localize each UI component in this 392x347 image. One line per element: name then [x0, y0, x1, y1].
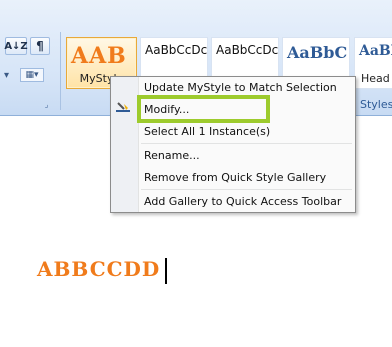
style-name: Head: [361, 72, 390, 85]
document-text[interactable]: ABBCCDD: [37, 257, 160, 281]
styles-group-label: Styles: [360, 98, 392, 111]
menu-icon-gutter: [111, 77, 139, 212]
menu-separator: [141, 143, 352, 144]
style-sample: AaBbCcDc: [216, 43, 279, 57]
dialog-launcher-icon[interactable]: ⌟: [42, 100, 51, 109]
menu-item-add-gallery-to-qat[interactable]: Add Gallery to Quick Access Toolbar: [144, 195, 341, 208]
menu-separator: [141, 189, 352, 190]
highlight-box: [137, 95, 270, 123]
sort-button[interactable]: A↓Z: [4, 37, 28, 55]
style-sample: AaBbCcDc: [145, 43, 208, 57]
text-caret: [165, 258, 167, 284]
show-formatting-marks-button[interactable]: ¶: [30, 37, 50, 55]
group-separator: [60, 32, 61, 110]
style-sample: AaBbC: [287, 43, 348, 62]
menu-item-select-all-instances[interactable]: Select All 1 Instance(s): [144, 125, 270, 138]
menu-item-remove-from-gallery[interactable]: Remove from Quick Style Gallery: [144, 171, 326, 184]
style-sample: AAB: [71, 43, 127, 69]
borders-button[interactable]: ▦▾: [20, 68, 44, 82]
shading-dropdown-icon[interactable]: ▾: [4, 70, 9, 81]
style-tile-heading-2[interactable]: AaBb Head: [354, 37, 392, 89]
style-sample: AaBb: [359, 43, 392, 59]
menu-item-rename[interactable]: Rename...: [144, 149, 200, 162]
modify-style-icon: [116, 102, 130, 112]
menu-item-update-style[interactable]: Update MyStyle to Match Selection: [144, 81, 337, 94]
